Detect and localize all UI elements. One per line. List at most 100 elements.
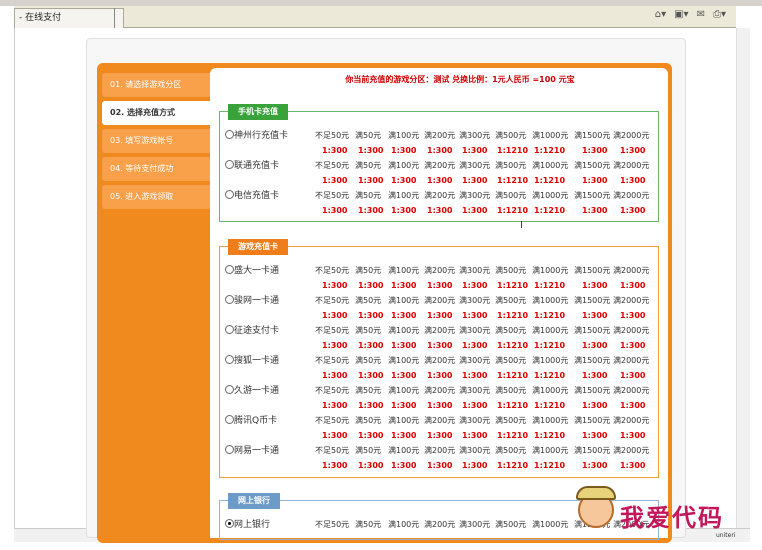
- denomination-label: 满2000元: [613, 446, 650, 455]
- ratio-value: 1:300: [582, 281, 608, 290]
- denomination-label: 满2000元: [613, 326, 650, 335]
- card-radio[interactable]: [225, 415, 234, 424]
- denomination-label: 满500元: [495, 520, 527, 529]
- denomination-label: 满100元: [388, 296, 420, 305]
- card-option-row[interactable]: 征途支付卡 不足50元 1:300 满50元 1:300 满100元 1:300 满200元 1…: [225, 323, 665, 353]
- ratio-value: 1:300: [322, 371, 348, 380]
- straw-hat-icon: [576, 486, 616, 500]
- denomination-label: 满300元: [459, 161, 491, 170]
- denomination-label: 满100元: [388, 416, 420, 425]
- browser-tab[interactable]: - 在线支付: [14, 8, 124, 28]
- watermark-text: 我爱代码: [620, 503, 724, 532]
- ratio-value: 1:300: [391, 206, 417, 215]
- card-radio[interactable]: [225, 265, 234, 274]
- ratio-value: 1:300: [358, 176, 384, 185]
- card-radio[interactable]: [225, 295, 234, 304]
- denomination-label: 满2000元: [613, 356, 650, 365]
- group-title: 手机卡充值: [228, 104, 288, 120]
- card-radio[interactable]: [225, 355, 234, 364]
- denomination-label: 满1500元: [574, 326, 611, 335]
- step-list: 01. 请选择游戏分区 02. 选择充值方式 03. 填写游戏帐号 04. 等待支付成…: [102, 73, 212, 213]
- ratio-value: 1:300: [427, 206, 453, 215]
- denomination-label: 满50元: [355, 520, 382, 529]
- ratio-value: 1:300: [322, 341, 348, 350]
- home-icon[interactable]: ⌂▾: [655, 9, 666, 20]
- mail-icon[interactable]: ✉: [697, 9, 705, 20]
- denomination-label: 满1500元: [574, 191, 611, 200]
- ratio-value: 1:300: [462, 461, 488, 470]
- ratio-value: 1:300: [322, 176, 348, 185]
- ratio-value: 1:1210: [534, 206, 566, 215]
- denomination-label: 满1000元: [532, 416, 569, 425]
- denomination-label: 满1000元: [532, 191, 569, 200]
- tab-title: 在线支付: [25, 13, 62, 23]
- step-item: 04. 等待支付成功: [102, 157, 212, 181]
- card-radio[interactable]: [225, 190, 234, 199]
- ratio-value: 1:300: [462, 341, 488, 350]
- ratio-value: 1:300: [322, 401, 348, 410]
- card-option-row[interactable]: 神州行充值卡 不足50元 1:300 满50元 1:300 满100元 1:300 满200元…: [225, 128, 665, 158]
- denomination-label: 满200元: [424, 520, 456, 529]
- denomination-label: 满300元: [459, 416, 491, 425]
- denomination-label: 满100元: [388, 386, 420, 395]
- denomination-label: 不足50元: [315, 131, 350, 140]
- denomination-label: 满1000元: [532, 386, 569, 395]
- print-icon[interactable]: ⎙▾: [713, 9, 726, 20]
- ratio-value: 1:300: [322, 461, 348, 470]
- ratio-value: 1:300: [582, 206, 608, 215]
- denomination-label: 不足50元: [315, 416, 350, 425]
- card-radio[interactable]: [225, 130, 234, 139]
- card-option-row[interactable]: 网易一卡通 不足50元 1:300 满50元 1:300 满100元 1:300 满200元 1…: [225, 443, 665, 473]
- denomination-label: 满500元: [495, 416, 527, 425]
- card-name: 骏网一卡通: [234, 296, 280, 306]
- card-radio[interactable]: [225, 445, 234, 454]
- ratio-value: 1:300: [620, 176, 646, 185]
- card-option-row[interactable]: 腾讯Q币卡 不足50元 1:300 满50元 1:300 满100元 1:300 满200元 1…: [225, 413, 665, 443]
- denomination-label: 满500元: [495, 191, 527, 200]
- ratio-value: 1:300: [391, 371, 417, 380]
- card-option-row[interactable]: 盛大一卡通 不足50元 1:300 满50元 1:300 满100元 1:300 满200元 1…: [225, 263, 665, 293]
- ratio-value: 1:300: [620, 206, 646, 215]
- denomination-label: 满300元: [459, 191, 491, 200]
- vertical-scrollbar[interactable]: [736, 28, 750, 528]
- card-option-row[interactable]: 久游一卡通 不足50元 1:300 满50元 1:300 满100元 1:300 满200元 1…: [225, 383, 665, 413]
- card-option-row[interactable]: 电信充值卡 不足50元 1:300 满50元 1:300 满100元 1:300 满200元 1…: [225, 188, 665, 218]
- denomination-label: 满1500元: [574, 446, 611, 455]
- ratio-value: 1:300: [358, 341, 384, 350]
- ratio-value: 1:300: [620, 146, 646, 155]
- ratio-value: 1:300: [462, 176, 488, 185]
- ratio-value: 1:1210: [497, 401, 529, 410]
- card-radio[interactable]: [225, 385, 234, 394]
- ratio-value: 1:300: [582, 431, 608, 440]
- new-tab-button[interactable]: [114, 8, 136, 28]
- denomination-label: 满100元: [388, 326, 420, 335]
- ratio-value: 1:300: [391, 461, 417, 470]
- card-name: 网上银行: [234, 520, 271, 530]
- denomination-label: 满50元: [355, 266, 382, 275]
- denomination-label: 满300元: [459, 386, 491, 395]
- ratio-value: 1:300: [322, 206, 348, 215]
- ratio-value: 1:300: [427, 311, 453, 320]
- step-item: 02. 选择充值方式: [102, 101, 212, 125]
- ratio-value: 1:300: [582, 371, 608, 380]
- card-radio[interactable]: [225, 160, 234, 169]
- denomination-label: 满200元: [424, 161, 456, 170]
- denomination-label: 满200元: [424, 131, 456, 140]
- ratio-value: 1:300: [582, 461, 608, 470]
- ratio-value: 1:300: [322, 281, 348, 290]
- card-option-row[interactable]: 搜狐一卡通 不足50元 1:300 满50元 1:300 满100元 1:300 满200元 1…: [225, 353, 665, 383]
- denomination-label: 满50元: [355, 326, 382, 335]
- card-option-row[interactable]: 联通充值卡 不足50元 1:300 满50元 1:300 满100元 1:300 满200元 1…: [225, 158, 665, 188]
- card-radio[interactable]: [225, 325, 234, 334]
- denomination-label: 满50元: [355, 416, 382, 425]
- ratio-value: 1:300: [358, 431, 384, 440]
- denomination-label: 满200元: [424, 446, 456, 455]
- denomination-label: 满100元: [388, 161, 420, 170]
- card-option-row[interactable]: 骏网一卡通 不足50元 1:300 满50元 1:300 满100元 1:300 满200元 1…: [225, 293, 665, 323]
- card-name: 联通充值卡: [234, 161, 280, 171]
- ratio-value: 1:300: [462, 146, 488, 155]
- ratio-value: 1:1210: [497, 176, 529, 185]
- denomination-label: 满1500元: [574, 356, 611, 365]
- card-radio[interactable]: [225, 519, 234, 528]
- feed-icon[interactable]: ▣▾: [674, 9, 688, 20]
